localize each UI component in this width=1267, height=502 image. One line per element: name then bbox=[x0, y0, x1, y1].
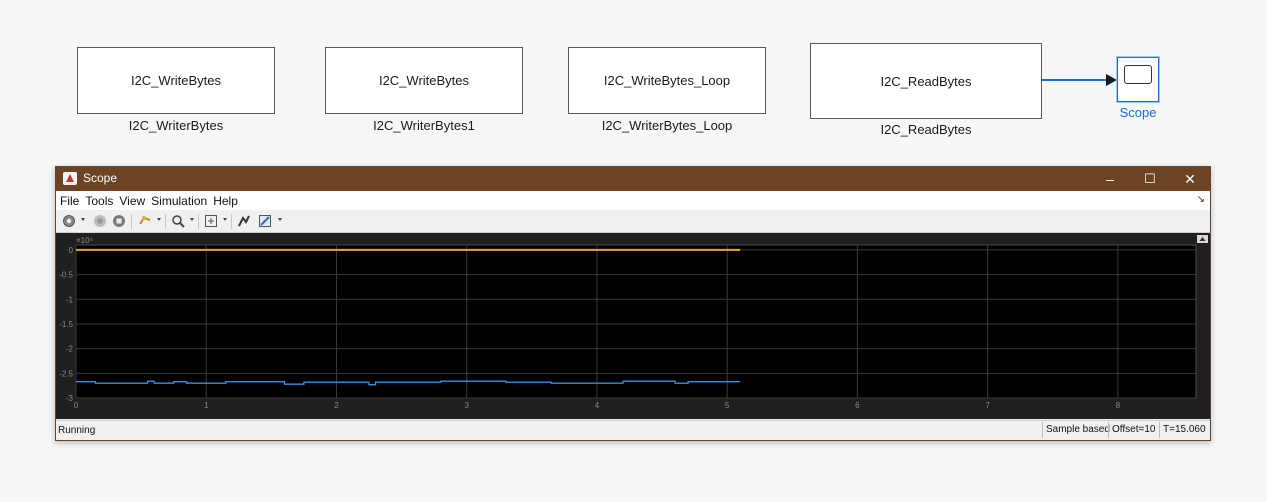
block-label: I2C_ReadBytes bbox=[880, 73, 972, 89]
step-back-icon[interactable] bbox=[93, 214, 107, 228]
status-sample-mode: Sample based bbox=[1042, 422, 1113, 438]
scope-screen-icon bbox=[1124, 65, 1152, 84]
signal-arrowhead bbox=[1106, 74, 1117, 86]
scope-block[interactable] bbox=[1117, 57, 1159, 102]
signal-line[interactable] bbox=[1041, 79, 1107, 81]
chevron-down-icon[interactable] bbox=[81, 218, 85, 221]
toolbar-separator bbox=[131, 214, 132, 229]
y-tick-label: -2.5 bbox=[59, 369, 73, 378]
plot-frame bbox=[75, 244, 1197, 399]
maximize-button[interactable]: ☐ bbox=[1130, 167, 1170, 191]
chevron-down-icon[interactable] bbox=[157, 218, 161, 221]
triggers-icon[interactable] bbox=[237, 214, 251, 228]
menu-tools[interactable]: Tools bbox=[81, 191, 115, 208]
stop-icon[interactable] bbox=[112, 214, 126, 228]
scope-block-caption[interactable]: Scope bbox=[1108, 105, 1168, 120]
y-tick-label: 0 bbox=[69, 246, 74, 255]
block-label: I2C_WriteBytes bbox=[378, 73, 470, 88]
toolbar-separator bbox=[231, 214, 232, 229]
y-exponent-label: ×10⁴ bbox=[76, 236, 94, 245]
menu-view[interactable]: View bbox=[115, 191, 147, 208]
y-tick-label: -2 bbox=[66, 345, 74, 354]
scope-window: Scope – ☐ ✕ File Tools View Simulation Help … bbox=[55, 166, 1211, 441]
block-caption[interactable]: I2C_WriterBytes_Loop bbox=[568, 118, 766, 133]
block-i2c-writebytes-loop[interactable]: I2C_WriteBytes_Loop bbox=[568, 47, 766, 114]
x-tick-label: 1 bbox=[204, 401, 209, 410]
autoscale-icon[interactable] bbox=[1197, 235, 1208, 243]
block-i2c-writebytes[interactable]: I2C_WriteBytes bbox=[77, 47, 275, 114]
x-tick-label: 4 bbox=[595, 401, 600, 410]
status-offset: Offset=10 bbox=[1108, 422, 1158, 438]
block-label: I2C_WriteBytes_Loop bbox=[603, 73, 731, 88]
block-i2c-readbytes[interactable]: I2C_ReadBytes bbox=[810, 43, 1042, 119]
chevron-down-icon[interactable] bbox=[190, 218, 194, 221]
settings-icon[interactable] bbox=[62, 214, 76, 228]
x-tick-label: 6 bbox=[855, 401, 860, 410]
edit-style-icon[interactable] bbox=[258, 214, 272, 228]
y-tick-label: -3 bbox=[66, 394, 74, 403]
zoom-icon[interactable] bbox=[171, 214, 185, 228]
matlab-icon bbox=[63, 172, 77, 185]
x-tick-label: 7 bbox=[985, 401, 990, 410]
highlight-icon[interactable] bbox=[138, 214, 152, 228]
menu-help[interactable]: Help bbox=[209, 191, 240, 208]
plot-area[interactable]: ×10⁴ 0 1 2 3 4 5 6 7 8 0 -0.5 -1 -1.5 -2 -2.5 -3 bbox=[56, 233, 1210, 419]
menu-bar: File Tools View Simulation Help ↘ bbox=[56, 191, 1210, 210]
block-caption[interactable]: I2C_WriterBytes1 bbox=[325, 118, 523, 133]
block-i2c-writebytes-1[interactable]: I2C_WriteBytes bbox=[325, 47, 523, 114]
block-label: I2C_WriteBytes bbox=[130, 73, 222, 88]
block-caption[interactable]: I2C_ReadBytes bbox=[810, 122, 1042, 137]
toolbar bbox=[56, 210, 1210, 233]
fit-to-view-icon[interactable] bbox=[204, 214, 218, 228]
status-running: Running bbox=[58, 425, 96, 436]
block-caption[interactable]: I2C_WriterBytes bbox=[77, 118, 275, 133]
window-title: Scope bbox=[83, 171, 118, 185]
status-bar: Running Sample based Offset=10 T=15.060 bbox=[56, 420, 1210, 440]
toolbar-separator bbox=[165, 214, 166, 229]
x-tick-label: 3 bbox=[464, 401, 469, 410]
scope-chart[interactable]: ×10⁴ 0 1 2 3 4 5 6 7 8 0 -0.5 -1 -1.5 -2 -2.5 -3 bbox=[56, 233, 1210, 419]
title-bar[interactable]: Scope – ☐ ✕ bbox=[56, 167, 1210, 191]
x-tick-label: 0 bbox=[74, 401, 79, 410]
x-tick-label: 8 bbox=[1116, 401, 1121, 410]
status-time: T=15.060 bbox=[1159, 422, 1209, 438]
toolbar-separator bbox=[198, 214, 199, 229]
y-tick-label: -1 bbox=[66, 295, 74, 304]
y-tick-label: -1.5 bbox=[59, 320, 73, 329]
chevron-down-icon[interactable] bbox=[278, 218, 282, 221]
x-tick-label: 5 bbox=[725, 401, 730, 410]
chevron-down-icon[interactable] bbox=[223, 218, 227, 221]
close-button[interactable]: ✕ bbox=[1170, 167, 1210, 191]
minimize-button[interactable]: – bbox=[1090, 167, 1130, 191]
x-tick-label: 2 bbox=[334, 401, 339, 410]
y-tick-label: -0.5 bbox=[59, 271, 73, 280]
dock-icon[interactable]: ↘ bbox=[1197, 194, 1205, 205]
menu-file[interactable]: File bbox=[56, 191, 81, 208]
menu-simulation[interactable]: Simulation bbox=[147, 191, 209, 208]
